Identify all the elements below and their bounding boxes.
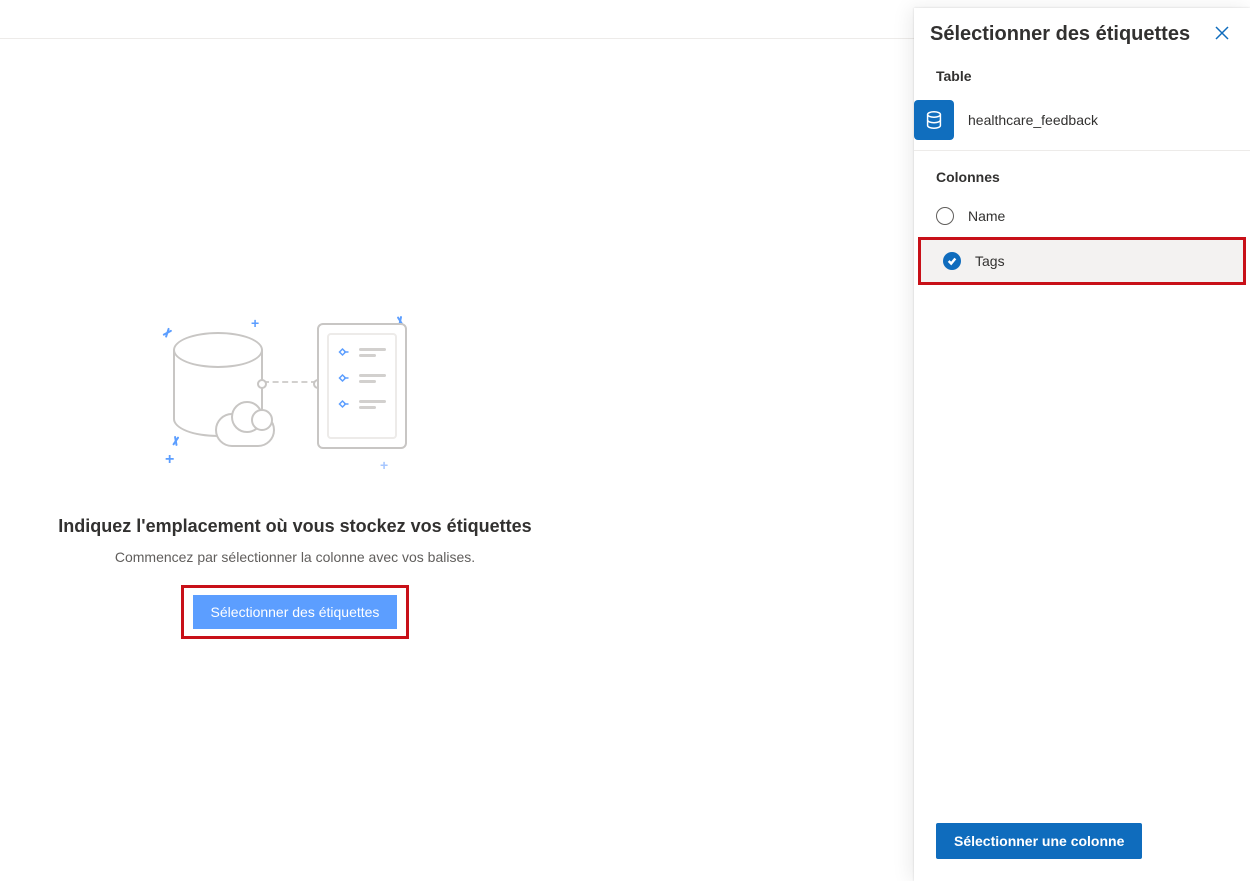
column-option-tags[interactable]: Tags <box>921 240 1243 282</box>
radio-checked-icon <box>943 252 961 270</box>
table-section-label: Table <box>914 62 1250 90</box>
close-icon <box>1215 26 1229 43</box>
column-label: Tags <box>975 253 1005 269</box>
select-column-button[interactable]: Sélectionner une colonne <box>936 823 1142 859</box>
table-name: healthcare_feedback <box>968 112 1098 128</box>
table-row[interactable]: healthcare_feedback <box>914 90 1250 151</box>
panel-title: Sélectionner des étiquettes <box>930 23 1190 46</box>
empty-state-title: Indiquez l'emplacement où vous stockez v… <box>58 516 531 537</box>
empty-state-subtitle: Commencez par sélectionner la colonne av… <box>115 549 475 565</box>
column-label: Name <box>968 208 1005 224</box>
panel-footer: Sélectionner une colonne <box>914 809 1250 881</box>
select-tags-button[interactable]: Sélectionner des étiquettes <box>193 595 398 629</box>
cta-highlight: Sélectionner des étiquettes <box>181 585 410 639</box>
empty-state-illustration <box>165 309 425 469</box>
panel-header: Sélectionner des étiquettes <box>914 8 1250 52</box>
select-tags-panel: Sélectionner des étiquettes Table health… <box>914 8 1250 881</box>
panel-body: Table healthcare_feedback Colonnes Name … <box>914 52 1250 809</box>
radio-unchecked-icon <box>936 207 954 225</box>
table-icon <box>914 100 954 140</box>
columns-section-label: Colonnes <box>914 151 1250 195</box>
column-option-name[interactable]: Name <box>914 195 1250 237</box>
column-highlight: Tags <box>918 237 1246 285</box>
close-panel-button[interactable] <box>1210 22 1234 46</box>
main-empty-state: Indiquez l'emplacement où vous stockez v… <box>0 39 911 881</box>
